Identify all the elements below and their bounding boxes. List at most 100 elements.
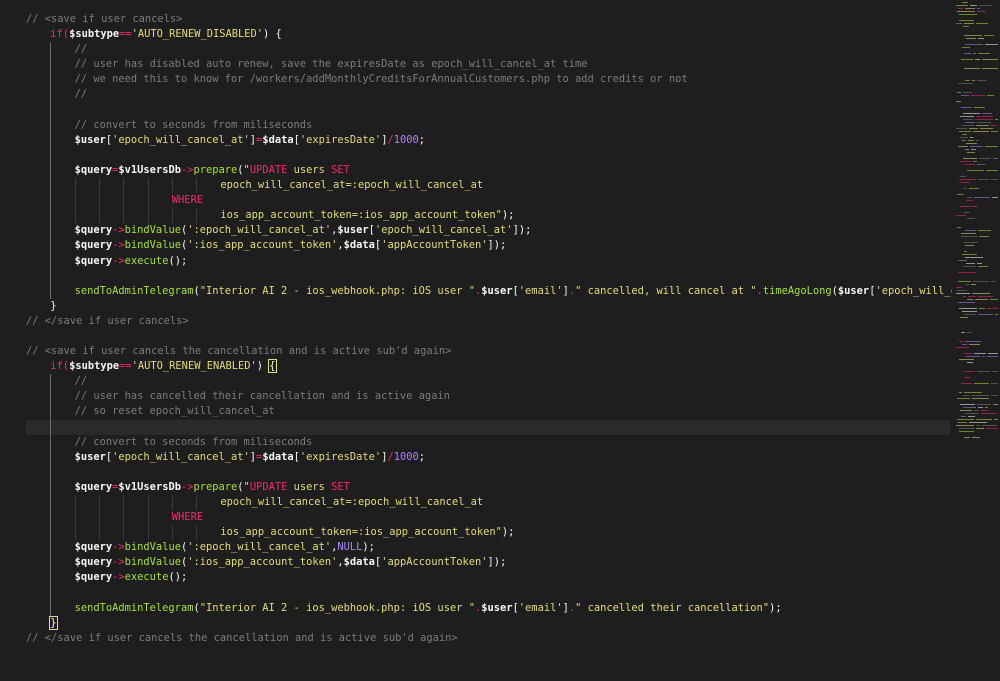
minimap-line bbox=[956, 287, 962, 288]
code-token: UPDATE bbox=[249, 163, 288, 176]
code-token: $v1UsersDb bbox=[118, 480, 181, 493]
line-text: $user['epoch_will_cancel_at']=$data['exp… bbox=[26, 134, 425, 146]
line-text: sendToAdminTelegram("Interior AI 2 - ios… bbox=[26, 285, 982, 297]
minimap-line bbox=[964, 314, 976, 315]
minimap-line bbox=[964, 251, 967, 252]
code-line[interactable]: sendToAdminTelegram("Interior AI 2 - ios… bbox=[26, 283, 982, 299]
minimap-line bbox=[957, 92, 961, 93]
code-token: WHERE bbox=[171, 511, 204, 524]
code-line[interactable]: $query=$v1UsersDb->prepare("UPDATE users… bbox=[26, 479, 950, 495]
code-line[interactable]: } bbox=[26, 615, 950, 631]
code-line[interactable]: // <save if user cancels> bbox=[26, 12, 950, 27]
code-token: " cancelled, will cancel at " bbox=[575, 284, 757, 297]
line-text: ios_app_account_token=:ios_app_account_t… bbox=[26, 209, 514, 221]
code-token: $v1UsersDb bbox=[118, 163, 181, 176]
minimap-line bbox=[958, 302, 975, 303]
minimap-line bbox=[975, 119, 993, 120]
minimap[interactable] bbox=[952, 0, 1000, 681]
code-line[interactable]: // so reset epoch_will_cancel_at bbox=[26, 404, 950, 420]
code-line[interactable] bbox=[26, 419, 950, 435]
code-token: (); bbox=[168, 254, 188, 267]
minimap-line bbox=[959, 359, 974, 360]
code-token: sendToAdminTelegram bbox=[74, 284, 194, 297]
minimap-line bbox=[962, 47, 970, 48]
minimap-line bbox=[978, 38, 984, 39]
minimap-line bbox=[966, 143, 977, 144]
code-line[interactable]: $query->bindValue(':ios_app_account_toke… bbox=[26, 238, 950, 254]
code-line[interactable]: sendToAdminTelegram("Interior AI 2 - ios… bbox=[26, 600, 950, 616]
code-line[interactable]: $query->bindValue(':ios_app_account_toke… bbox=[26, 555, 950, 571]
code-line[interactable]: // convert to seconds from miliseconds bbox=[26, 434, 950, 450]
minimap-line bbox=[958, 281, 971, 282]
code-token: ); bbox=[501, 209, 515, 222]
code-line[interactable]: $query->execute(); bbox=[26, 570, 950, 586]
minimap-line bbox=[978, 179, 989, 180]
code-line[interactable] bbox=[26, 147, 950, 163]
code-line[interactable] bbox=[26, 585, 950, 601]
minimap-line bbox=[959, 14, 977, 15]
minimap-line bbox=[971, 95, 985, 96]
code-line[interactable]: epoch_will_cancel_at=:epoch_will_cancel_… bbox=[26, 495, 950, 511]
code-line[interactable] bbox=[26, 268, 950, 284]
code-line[interactable]: // we need this to know for /workers/add… bbox=[26, 72, 950, 88]
code-token: ); bbox=[362, 541, 375, 554]
code-area[interactable]: // <save if user cancels> if($subtype=='A… bbox=[26, 12, 982, 646]
code-token: ); bbox=[501, 526, 515, 539]
code-line[interactable] bbox=[26, 464, 950, 480]
code-line[interactable]: // bbox=[26, 87, 950, 103]
code-token: $subtype bbox=[69, 28, 120, 41]
minimap-line bbox=[984, 35, 994, 36]
minimap-line bbox=[992, 371, 998, 372]
code-line[interactable]: WHERE bbox=[26, 510, 950, 526]
code-line[interactable]: ios_app_account_token=:ios_app_account_t… bbox=[26, 208, 950, 224]
minimap-line bbox=[964, 377, 970, 378]
minimap-line bbox=[960, 206, 978, 207]
code-line[interactable]: // </save if user cancels> bbox=[26, 314, 950, 329]
code-line[interactable]: // </save if user cancels the cancellati… bbox=[26, 631, 950, 646]
minimap-line bbox=[964, 164, 975, 165]
minimap-line bbox=[977, 11, 986, 12]
minimap-line bbox=[991, 179, 998, 180]
code-line[interactable]: // bbox=[26, 374, 950, 390]
code-token: $data bbox=[262, 133, 294, 146]
code-line[interactable]: // user has cancelled their cancellation… bbox=[26, 389, 950, 405]
code-line[interactable]: $user['epoch_will_cancel_at']=$data['exp… bbox=[26, 449, 950, 465]
code-line[interactable]: // user has disabled auto renew, save th… bbox=[26, 57, 950, 73]
code-editor[interactable]: // <save if user cancels> if($subtype=='A… bbox=[0, 0, 1000, 681]
line-text: // bbox=[26, 375, 88, 387]
minimap-line bbox=[995, 314, 998, 315]
code-line[interactable]: // bbox=[26, 42, 950, 58]
code-line[interactable]: if($subtype=='AUTO_RENEW_DISABLED') { bbox=[26, 27, 950, 42]
code-line[interactable]: $query->bindValue(':epoch_will_cancel_at… bbox=[26, 540, 950, 556]
minimap-line bbox=[987, 356, 998, 357]
code-line[interactable]: $query=$v1UsersDb->prepare("UPDATE users… bbox=[26, 162, 950, 179]
code-line[interactable]: $user['epoch_will_cancel_at']=$data['exp… bbox=[26, 132, 950, 148]
code-line[interactable]: // <save if user cancels the cancellatio… bbox=[26, 344, 950, 359]
minimap-line bbox=[987, 308, 998, 309]
code-line[interactable] bbox=[26, 102, 950, 118]
code-token: users bbox=[287, 163, 332, 176]
code-line[interactable]: WHERE bbox=[26, 193, 950, 209]
code-line[interactable]: epoch_will_cancel_at=:epoch_will_cancel_… bbox=[26, 178, 950, 194]
code-line[interactable]: $query->execute(); bbox=[26, 253, 950, 269]
code-line[interactable] bbox=[26, 329, 950, 344]
minimap-line bbox=[979, 158, 991, 159]
line-text: $query->bindValue(':epoch_will_cancel_at… bbox=[26, 224, 532, 236]
line-text: ios_app_account_token=:ios_app_account_t… bbox=[26, 526, 514, 538]
minimap-line bbox=[975, 59, 980, 60]
minimap-line bbox=[956, 425, 974, 426]
minimap-line bbox=[967, 152, 975, 153]
minimap-line bbox=[963, 188, 967, 189]
code-token: 1000 bbox=[393, 133, 419, 146]
code-line[interactable]: $query->bindValue(':epoch_will_cancel_at… bbox=[26, 223, 950, 239]
line-text: WHERE bbox=[26, 194, 203, 206]
code-line[interactable]: } bbox=[26, 299, 950, 314]
code-line[interactable]: if($subtype=='AUTO_RENEW_ENABLED') { bbox=[26, 359, 950, 374]
code-line[interactable]: // convert to seconds from miliseconds bbox=[26, 117, 950, 133]
code-token: ios_app_account_token=:ios_app_account_t… bbox=[220, 209, 502, 222]
code-line[interactable]: ios_app_account_token=:ios_app_account_t… bbox=[26, 525, 950, 541]
minimap-line bbox=[964, 212, 970, 213]
minimap-line bbox=[963, 119, 973, 120]
code-token: ; bbox=[418, 133, 426, 146]
code-token: $subtype bbox=[69, 360, 120, 373]
